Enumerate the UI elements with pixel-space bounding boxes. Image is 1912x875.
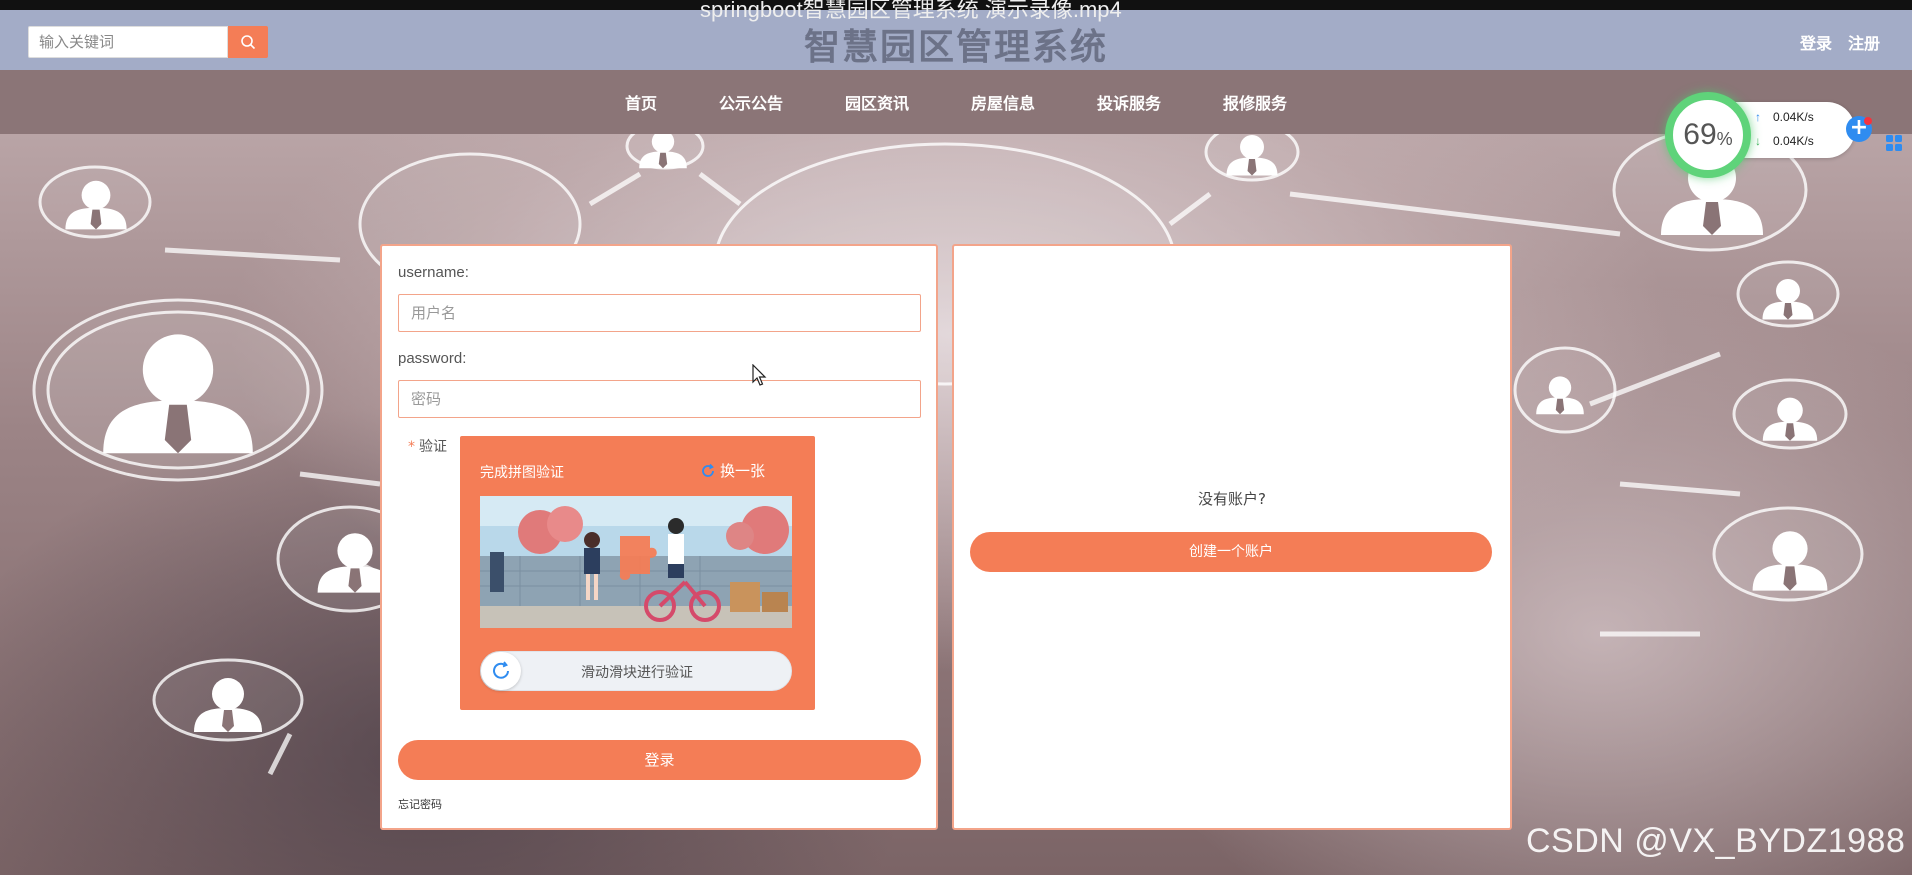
upload-speed-value: 0.04K/s [1773, 110, 1814, 124]
slider-hint: 滑动滑块进行验证 [581, 665, 693, 681]
nav-item-housing[interactable]: 房屋信息 [971, 90, 1035, 114]
slider-refresh-icon [493, 661, 509, 679]
username-label: username: [398, 264, 469, 281]
notification-dot [1864, 117, 1872, 125]
mouse-cursor-icon [752, 364, 767, 386]
captcha-title: 完成拼图验证 [480, 465, 564, 481]
download-speed: ↓ 0.04K/s [1755, 134, 1814, 148]
login-form: username: 用户名 password: 密码 * 验证 完成拼图验证 换一… [380, 244, 938, 830]
password-label: password: [398, 350, 467, 367]
captcha-refresh-label: 换一张 [720, 462, 766, 480]
header-login-link[interactable]: 登录 [1800, 30, 1832, 54]
upload-speed: ↑ 0.04K/s [1755, 110, 1814, 124]
puzzle-captcha: 完成拼图验证 换一张 滑动滑块进行验证 [460, 436, 815, 710]
header-register-link[interactable]: 注册 [1848, 30, 1880, 54]
username-input[interactable]: 用户名 [398, 294, 921, 332]
nav-item-repairs[interactable]: 报修服务 [1223, 90, 1287, 114]
captcha-refresh-button[interactable]: 换一张 [700, 460, 765, 481]
create-account-button[interactable]: 创建一个账户 [970, 532, 1492, 572]
captcha-slider[interactable]: 滑动滑块进行验证 [480, 651, 792, 691]
apps-grid-icon[interactable] [1885, 134, 1903, 152]
video-title: springboot智慧园区管理系统 演示录像.mp4 [700, 0, 1122, 22]
verify-label: * 验证 [408, 436, 447, 456]
nav-item-park-news[interactable]: 园区资讯 [845, 90, 909, 114]
forgot-password-link[interactable]: 忘记密码 [398, 796, 442, 812]
refresh-icon [702, 463, 714, 477]
nav-item-home[interactable]: 首页 [625, 90, 657, 114]
no-account-text: 没有账户? [1198, 490, 1266, 508]
verify-label-text: 验证 [419, 439, 447, 455]
site-title: 智慧园区管理系统 [803, 27, 1108, 68]
csdn-watermark: CSDN @VX_BYDZ1988 [1526, 822, 1906, 860]
main-nav: 首页 公示公告 园区资讯 房屋信息 投诉服务 报修服务 [0, 70, 1912, 134]
password-input[interactable]: 密码 [398, 380, 921, 418]
register-panel: 没有账户? 创建一个账户 [952, 244, 1512, 830]
slider-handle[interactable] [481, 652, 521, 690]
download-speed-value: 0.04K/s [1773, 134, 1814, 148]
login-button[interactable]: 登录 [398, 740, 921, 780]
memory-percent-gauge[interactable]: 69% [1665, 92, 1751, 178]
memory-percent-unit: % [1716, 128, 1733, 149]
nav-item-complaints[interactable]: 投诉服务 [1097, 90, 1161, 114]
captcha-image [480, 496, 792, 628]
required-star: * [408, 439, 415, 455]
nav-item-announcements[interactable]: 公示公告 [719, 90, 783, 114]
memory-percent-value: 69 [1683, 118, 1717, 151]
captcha-illustration [480, 496, 792, 628]
